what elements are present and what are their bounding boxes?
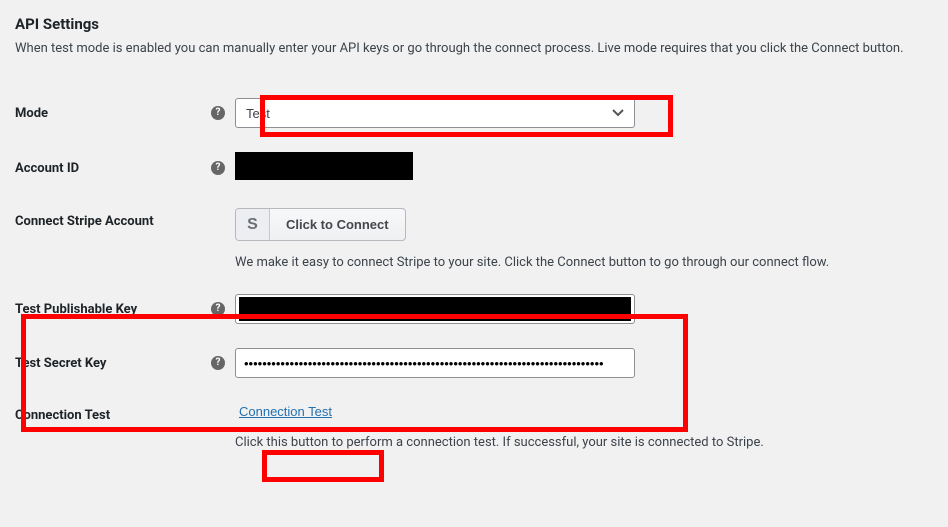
help-icon[interactable]: ? — [211, 161, 225, 175]
mode-label: Mode — [15, 106, 48, 121]
pub-key-input[interactable] — [235, 294, 635, 324]
section-description: When test mode is enabled you can manual… — [15, 41, 933, 56]
conn-test-helper-text: Click this button to perform a connectio… — [235, 435, 923, 450]
account-id-label: Account ID — [15, 161, 79, 176]
secret-key-input[interactable] — [235, 348, 635, 378]
connect-button-label: Click to Connect — [270, 217, 405, 232]
connection-test-button[interactable]: Connection Test — [235, 402, 336, 421]
help-icon[interactable]: ? — [211, 106, 225, 120]
connect-helper-text: We make it easy to connect Stripe to you… — [235, 255, 923, 270]
stripe-s-icon: S — [236, 209, 270, 240]
help-icon[interactable]: ? — [211, 302, 225, 316]
conn-test-label: Connection Test — [15, 408, 110, 423]
connect-label: Connect Stripe Account — [15, 214, 154, 229]
section-heading: API Settings — [15, 15, 933, 33]
help-icon[interactable]: ? — [211, 356, 225, 370]
mode-select[interactable]: Test — [235, 98, 635, 128]
account-id-value-redacted — [235, 152, 413, 180]
connect-stripe-button[interactable]: S Click to Connect — [235, 208, 406, 241]
pub-key-value-redacted — [239, 297, 631, 321]
secret-key-label: Test Secret Key — [15, 356, 106, 371]
settings-table: Mode ? Test Account ID ? — [15, 86, 933, 462]
pub-key-label: Test Publishable Key — [15, 302, 137, 317]
